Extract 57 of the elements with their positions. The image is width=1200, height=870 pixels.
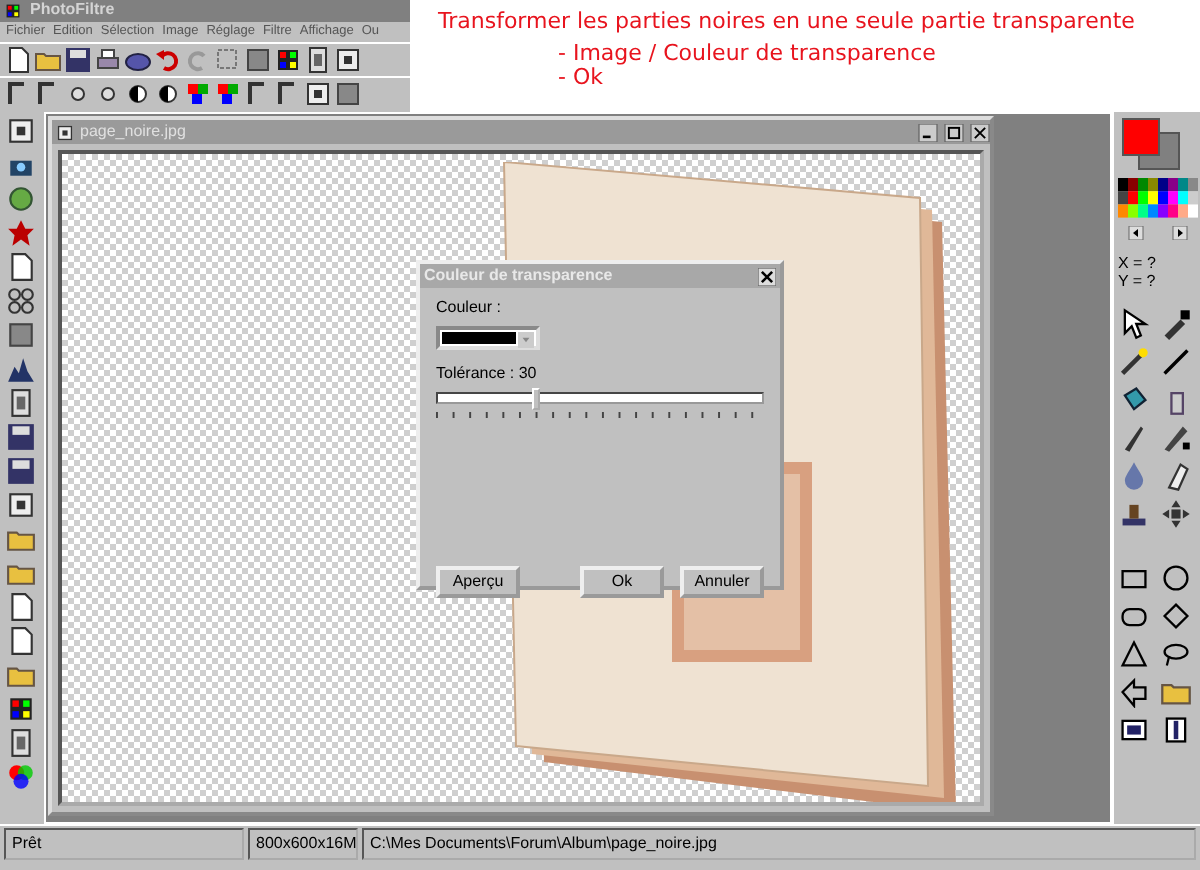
coordinate-readout: Y = ? (1118, 273, 1158, 292)
minimize-icon[interactable] (918, 123, 938, 141)
coordinate-readout: X = ? (1118, 256, 1158, 274)
image-size-text: 800x600x16M (248, 828, 358, 860)
close-icon[interactable] (758, 267, 776, 285)
frame-icon[interactable] (334, 46, 362, 74)
page-icon[interactable] (6, 252, 36, 282)
status-text: Prêt (4, 828, 244, 860)
circle-icon[interactable] (1160, 561, 1192, 594)
magic-wand-icon[interactable] (1118, 345, 1150, 378)
preview-button[interactable]: Aperçu (436, 565, 520, 598)
document-title: page_noire.jpg (80, 123, 188, 141)
caret-icon[interactable] (518, 331, 534, 348)
color-palette[interactable] (1118, 178, 1198, 218)
color-label: Couleur : (436, 300, 503, 318)
diamond-icon[interactable] (1160, 599, 1192, 632)
line-icon[interactable] (1160, 345, 1192, 378)
color-dropdown[interactable] (436, 325, 540, 350)
dialog-title: Couleur de transparence (424, 267, 613, 285)
new-page-icon[interactable] (4, 46, 32, 74)
slider-thumb[interactable] (531, 387, 540, 410)
vertical-bar-icon[interactable] (1160, 713, 1192, 746)
color-grid-icon[interactable] (6, 694, 36, 724)
sphere-icon[interactable] (6, 184, 36, 214)
contrast-icon[interactable] (124, 80, 152, 108)
file-path-text: C:\Mes Documents\Forum\Album\page_noire.jpg (362, 828, 1196, 860)
app-logo-icon (4, 2, 22, 20)
histogram-icon[interactable] (6, 354, 36, 384)
color-grid-icon[interactable] (274, 46, 302, 74)
printer-icon[interactable] (94, 46, 122, 74)
instruction-step: - Ok (558, 66, 1200, 91)
page-icon[interactable] (6, 592, 36, 622)
color-wheel-icon[interactable] (6, 762, 36, 792)
app-title: PhotoFiltre (30, 2, 115, 20)
rgb-icon[interactable] (184, 80, 212, 108)
pointer-icon[interactable] (1118, 307, 1150, 340)
square-icon[interactable] (334, 80, 362, 108)
maximize-icon[interactable] (944, 123, 964, 141)
star-icon[interactable] (6, 218, 36, 248)
contrast-icon[interactable] (154, 80, 182, 108)
eyedropper-icon[interactable] (1160, 307, 1192, 340)
close-icon[interactable] (970, 123, 990, 141)
frame-icon[interactable] (6, 490, 36, 520)
rgb-icon[interactable] (214, 80, 242, 108)
triangle-icon[interactable] (1118, 637, 1150, 670)
instruction-heading: Transformer les parties noires en une seule partie transparente (438, 10, 1137, 35)
move-icon[interactable] (1160, 497, 1192, 530)
polygon-icon[interactable] (1118, 675, 1150, 708)
color-swatches-icon[interactable] (1122, 118, 1182, 170)
rings-icon[interactable] (6, 286, 36, 316)
page-icon[interactable] (6, 626, 36, 656)
ok-button[interactable]: Ok (580, 565, 664, 598)
square-icon[interactable] (244, 46, 272, 74)
pen-icon[interactable] (1160, 421, 1192, 454)
cancel-button[interactable]: Annuler (680, 565, 764, 598)
instruction-step: - Image / Couleur de transparence (558, 42, 1200, 67)
tolerance-label: Tolérance : 30 (436, 365, 539, 384)
